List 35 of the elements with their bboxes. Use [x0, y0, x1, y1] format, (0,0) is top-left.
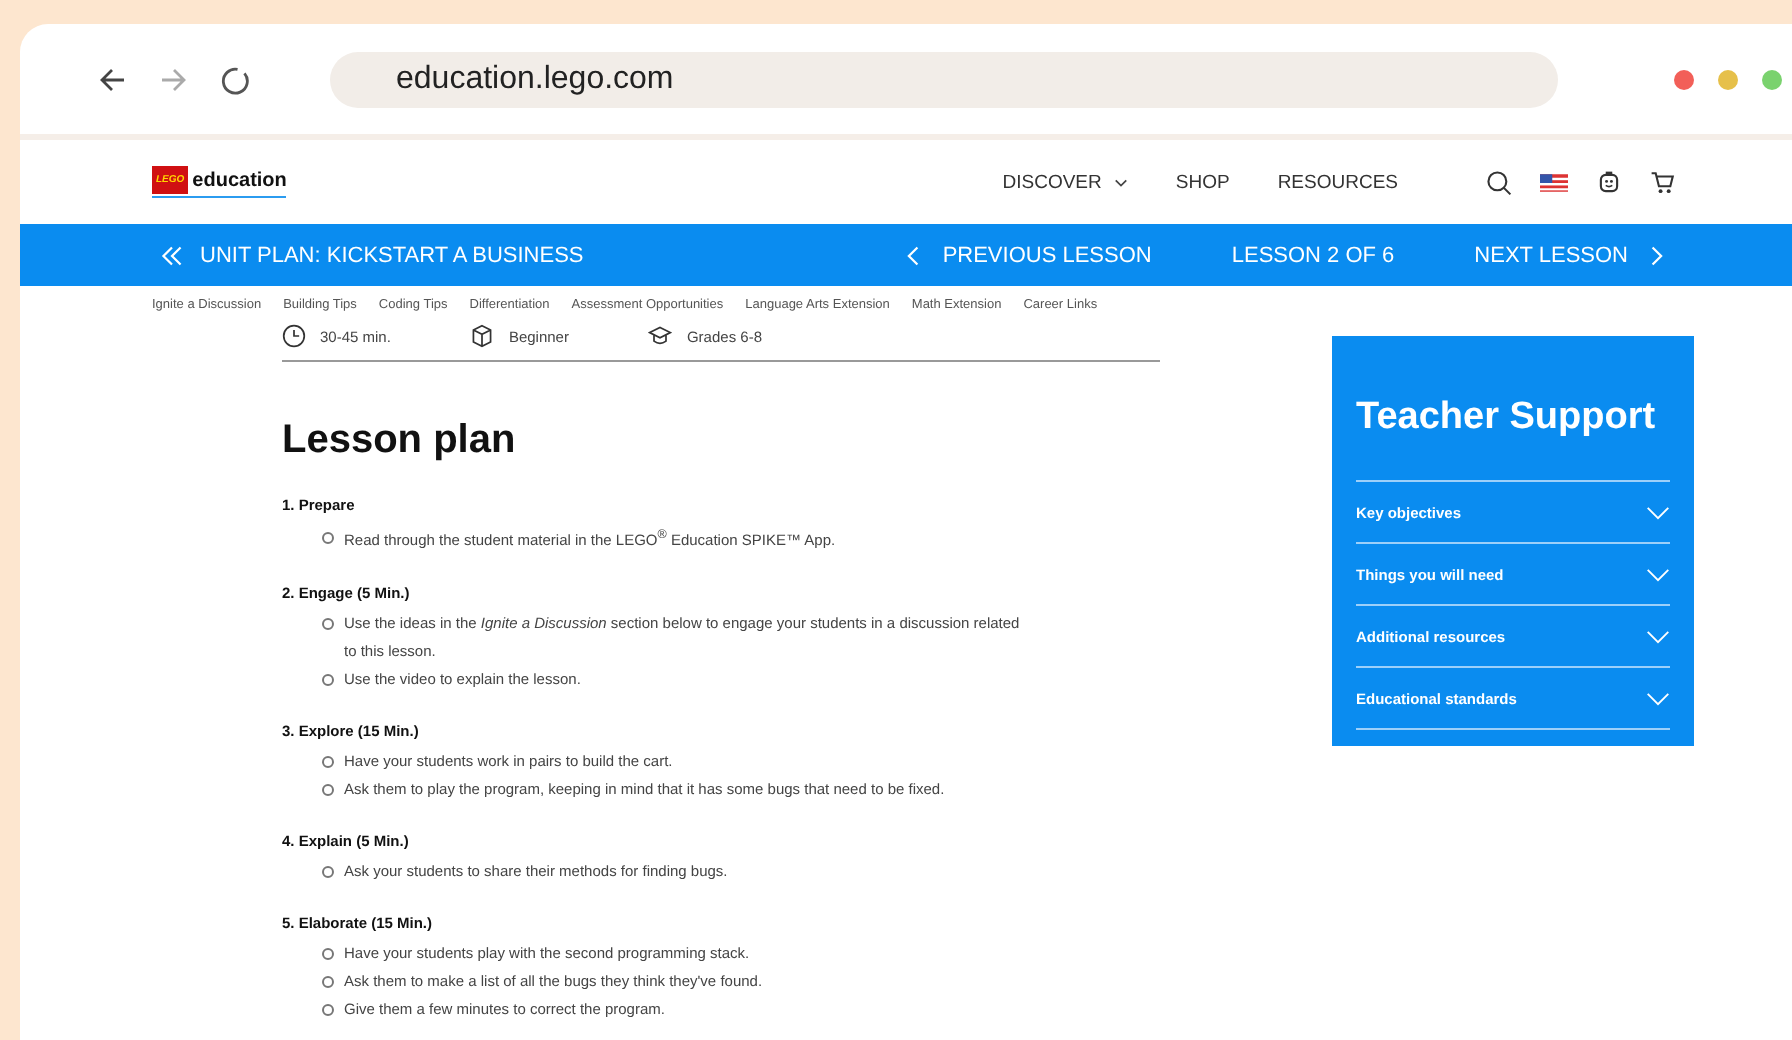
- maximize-dot-icon[interactable]: [1762, 69, 1782, 89]
- graduation-cap-icon: [648, 324, 673, 348]
- bullet-icon: [322, 976, 334, 988]
- bullet-icon: [322, 1004, 334, 1016]
- lesson-plan-title: Lesson plan: [282, 418, 518, 464]
- bullet-icon: [322, 784, 334, 796]
- cube-icon: [470, 324, 495, 348]
- chevron-down-icon: [1646, 691, 1670, 705]
- bullet-icon: [322, 866, 334, 878]
- back-arrow-icon[interactable]: [96, 63, 128, 95]
- nav-link[interactable]: DISCOVER: [1002, 171, 1128, 193]
- teacher-support-title: Teacher Support: [1356, 394, 1658, 442]
- search-icon[interactable]: [1486, 169, 1512, 195]
- cart-icon[interactable]: [1650, 169, 1676, 195]
- logo-text[interactable]: education: [192, 169, 287, 191]
- nav-link[interactable]: RESOURCES: [1277, 171, 1398, 193]
- double-chevron-left-icon: [160, 243, 184, 267]
- close-dot-icon[interactable]: [1674, 69, 1694, 89]
- lesson-position: LESSON 2 OF 6: [1231, 243, 1395, 267]
- nav-link[interactable]: SHOP: [1175, 171, 1230, 193]
- chevron-down-icon: [1646, 505, 1670, 519]
- bullet-icon: [322, 531, 334, 543]
- chevron-down-icon: [1646, 629, 1670, 643]
- address-bar[interactable]: education.lego.com: [330, 51, 1558, 107]
- bullet-icon: [322, 618, 334, 630]
- clock-icon: [282, 324, 306, 348]
- minifigure-head-icon[interactable]: [1596, 169, 1622, 195]
- chevron-down-icon: [1113, 175, 1128, 189]
- minimize-dot-icon[interactable]: [1718, 69, 1738, 89]
- bullet-icon: [322, 674, 334, 686]
- bullet-icon: [322, 948, 334, 960]
- bullet-icon: [322, 756, 334, 768]
- reload-icon[interactable]: [220, 63, 252, 95]
- chevron-down-icon: [1646, 567, 1670, 581]
- flag-icon[interactable]: [1540, 173, 1568, 191]
